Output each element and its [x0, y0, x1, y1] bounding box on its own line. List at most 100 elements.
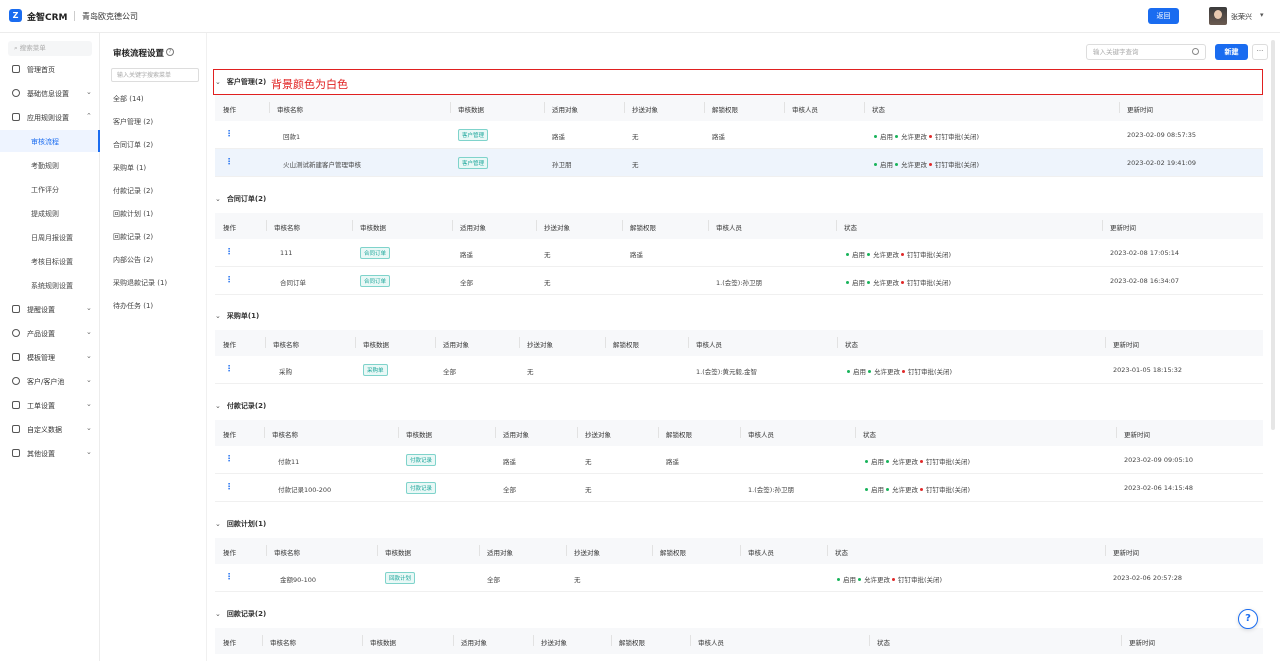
status-cell: 启用 允许更改 钉钉审批(关闭): [845, 366, 952, 376]
chevron-down-icon[interactable]: ⌄: [215, 195, 221, 203]
sidebar-item-basic-info[interactable]: 基础信息设置 ⌄: [0, 82, 100, 104]
status-dot: [865, 460, 868, 463]
sidebar-subitem-attendance[interactable]: 考勤规则: [0, 154, 100, 176]
cell-approver: 1.(会签):黄元毅,金智: [696, 368, 758, 376]
sidebar-item-products[interactable]: 产品设置 ⌄: [0, 322, 100, 344]
table-row[interactable]: ⋮ 付款记录100-200 付款记录 全部 无 1.(会签):孙卫朋 2023-02-06 …: [215, 474, 1263, 502]
cell-updated: 2023-02-08 17:05:14: [1110, 249, 1180, 257]
help-fab-icon[interactable]: ?: [1238, 609, 1258, 629]
category-purchase[interactable]: 采购单 (1): [113, 163, 146, 173]
sidebar-item-custom-data[interactable]: 自定义数据 ⌄: [0, 418, 100, 440]
column-header-unlock: 解锁权限: [605, 337, 639, 349]
approval-name: 111: [280, 249, 293, 257]
more-vertical-icon[interactable]: ⋮: [225, 275, 233, 284]
table-row[interactable]: ⋮ 付款11 付款记录 路遥 无 路遥 2023-02-09 09:05:10 启用 允许更改钉…: [215, 446, 1263, 474]
sidebar-subitem-reports[interactable]: 日周月报设置: [0, 226, 100, 248]
chevron-down-icon[interactable]: ⌄: [215, 610, 221, 618]
sidebar-subitem-approval-flow[interactable]: 审核流程: [0, 130, 100, 152]
status-cell: 启用 允许更改 钉钉审批(关闭): [872, 131, 979, 141]
category-purchase-refund[interactable]: 采购退款记录 (1): [113, 278, 167, 288]
chevron-down-icon[interactable]: ⌄: [215, 520, 221, 528]
category-all[interactable]: 全部 (14): [113, 94, 144, 104]
sidebar-item-app-rules[interactable]: 应用规则设置 ⌃: [0, 106, 100, 128]
table-row[interactable]: ⋮ 回款1 客户管理 路遥 无 路遥 2023-02-09 08:57:35 启用 允许更改 钉钉…: [215, 121, 1263, 149]
more-vertical-icon[interactable]: ⋮: [225, 364, 233, 373]
sidebar-subitem-commission[interactable]: 提成规则: [0, 202, 100, 224]
table-row[interactable]: ⋮ 火山测试新建客户管理审核 客户管理 孙卫朋 无 2023-02-02 19:41:09…: [215, 149, 1263, 177]
category-search-input[interactable]: 输入关键字搜索菜单: [111, 68, 199, 82]
more-vertical-icon[interactable]: ⋮: [225, 157, 233, 166]
status-dot: [846, 281, 849, 284]
table-row[interactable]: ⋮ 合同订单 合同订单 全部 无 1.(会签):孙卫朋 2023-02-08 16:34:0…: [215, 267, 1263, 295]
chevron-up-icon: ⌃: [86, 112, 92, 120]
avatar[interactable]: [1209, 7, 1227, 25]
column-header-unlock: 解锁权限: [658, 427, 692, 439]
sidebar-item-other[interactable]: 其他设置 ⌄: [0, 442, 100, 464]
chevron-down-icon[interactable]: ⌄: [215, 402, 221, 410]
column-header-data: 审核数据: [362, 635, 396, 647]
section-header[interactable]: ⌄ 合同订单(2): [215, 194, 266, 204]
category-contract[interactable]: 合同订单 (2): [113, 140, 153, 150]
sidebar-item-templates[interactable]: 模板管理 ⌄: [0, 346, 100, 368]
column-header-cc: 抄送对象: [536, 220, 570, 232]
table-row[interactable]: ⋮ 采购 采购单 全部 无 1.(会签):黄元毅,金智 2023-01-05 18:15:3…: [215, 356, 1263, 384]
cell-unlock: 路遥: [666, 458, 679, 466]
data-tag: 合同订单: [360, 247, 391, 259]
cell-target: 路遥: [460, 251, 473, 259]
sidebar-subitem-system-rules[interactable]: 系统规则设置: [0, 274, 100, 296]
section-header[interactable]: ⌄ 回款记录(2): [215, 609, 266, 619]
column-header-data: 审核数据: [352, 220, 386, 232]
category-receivable-plan[interactable]: 回款计划 (1): [113, 209, 153, 219]
home-icon: [12, 65, 20, 73]
column-header-op: 操作: [223, 106, 236, 114]
category-notice[interactable]: 内部公告 (2): [113, 255, 153, 265]
back-button[interactable]: 返回: [1148, 8, 1179, 24]
status-dot: [895, 163, 898, 166]
chevron-down-icon[interactable]: ⌄: [215, 312, 221, 320]
status-dingtalk: 钉钉审批(关闭): [926, 458, 971, 466]
section-header[interactable]: ⌄ 采购单(1): [215, 311, 259, 321]
more-vertical-icon[interactable]: ⋮: [225, 572, 233, 581]
user-name[interactable]: 张荣兴: [1231, 12, 1252, 22]
menu-search-input[interactable]: ⌕ 搜索菜单: [8, 41, 92, 56]
status-dot: [929, 135, 932, 138]
help-icon[interactable]: ?: [166, 48, 174, 56]
section-header[interactable]: ⌄ 付款记录(2): [215, 401, 266, 411]
cell-unlock: 路遥: [630, 251, 643, 259]
more-vertical-icon[interactable]: ⋮: [225, 247, 233, 256]
table-header: 操作 审核名称 审核数据 适用对象 抄送对象 解锁权限 审核人员 状态 更新时间: [215, 213, 1263, 239]
table-row[interactable]: ⋮ 111 合同订单 路遥 无 路遥 2023-02-08 17:05:14 启用 允许更改 钉钉…: [215, 239, 1263, 267]
more-vertical-icon[interactable]: ⋮: [225, 129, 233, 138]
sidebar-subitem-work-score[interactable]: 工作评分: [0, 178, 100, 200]
status-dot: [920, 488, 923, 491]
template-icon: [12, 353, 20, 361]
new-button[interactable]: 新建: [1215, 44, 1248, 60]
more-button[interactable]: ···: [1252, 44, 1268, 60]
annotation-box: [213, 69, 1263, 95]
more-vertical-icon[interactable]: ⋮: [225, 482, 233, 491]
cell-updated: 2023-02-09 09:05:10: [1124, 456, 1194, 464]
annotation-text: 背景颜色为白色: [271, 78, 348, 91]
status-cell: 启用 允许更改 钉钉审批(关闭): [872, 159, 979, 169]
cell-updated: 2023-01-05 18:15:32: [1113, 366, 1183, 374]
column-header-unlock: 解锁权限: [622, 220, 656, 232]
sidebar-item-tickets[interactable]: 工单设置 ⌄: [0, 394, 100, 416]
chevron-down-icon[interactable]: ⌄: [215, 78, 221, 86]
table-row[interactable]: ⋮ 金额90-100 回款计划 全部 无 2023-02-06 20:57:28 启用 允许更…: [215, 564, 1263, 592]
chevron-down-icon[interactable]: ▾: [1260, 11, 1264, 19]
scrollbar[interactable]: [1271, 40, 1275, 430]
sidebar-item-reminders[interactable]: 提醒设置 ⌄: [0, 298, 100, 320]
section-header[interactable]: ⌄ 客户管理(2): [215, 77, 266, 87]
category-customer[interactable]: 客户管理 (2): [113, 117, 153, 127]
keyword-search-input[interactable]: 输入关键字查询: [1086, 44, 1206, 60]
category-todo[interactable]: 待办任务 (1): [113, 301, 153, 311]
sidebar-subitem-targets[interactable]: 考核目标设置: [0, 250, 100, 272]
sidebar-item-home[interactable]: 管理首页: [0, 58, 100, 80]
category-receivable-record[interactable]: 回款记录 (2): [113, 232, 153, 242]
search-icon[interactable]: [1192, 48, 1199, 55]
more-vertical-icon[interactable]: ⋮: [225, 454, 233, 463]
section-header[interactable]: ⌄ 回款计划(1): [215, 519, 266, 529]
cell-cc: 无: [585, 486, 592, 494]
category-payment[interactable]: 付款记录 (2): [113, 186, 153, 196]
sidebar-item-customers[interactable]: 客户/客户池 ⌄: [0, 370, 100, 392]
